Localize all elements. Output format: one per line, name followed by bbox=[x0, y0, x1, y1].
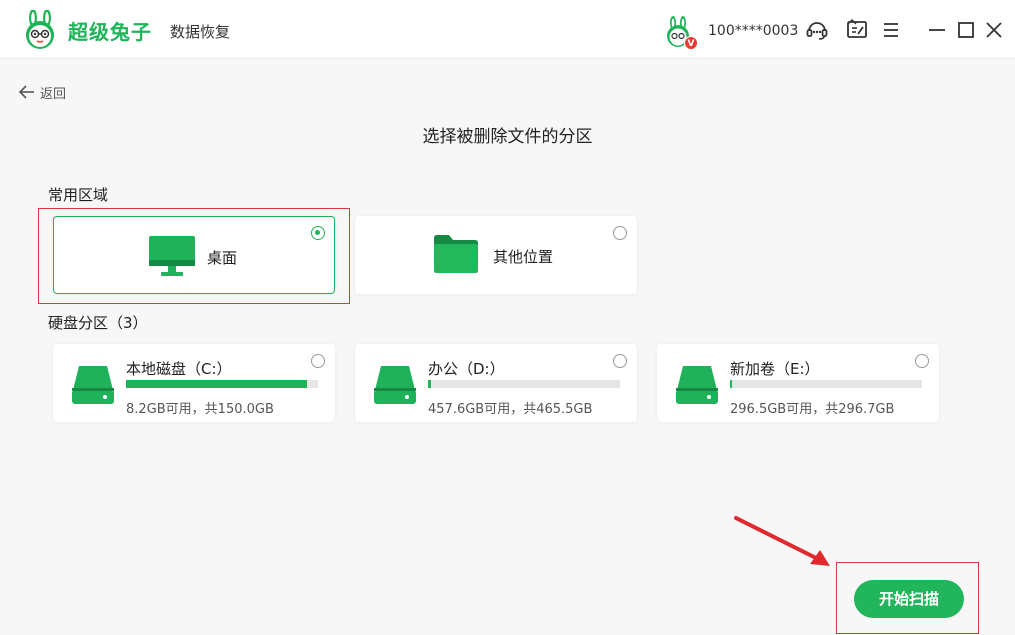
monitor-icon bbox=[149, 236, 195, 276]
start-scan-button[interactable]: 开始扫描 bbox=[854, 580, 964, 618]
brand-name: 超级兔子 bbox=[68, 20, 152, 44]
partition-capacity: 8.2GB可用，共150.0GB bbox=[126, 402, 274, 417]
radio-button[interactable] bbox=[311, 226, 325, 240]
page-title: 选择被删除文件的分区 bbox=[422, 127, 593, 147]
location-card-other[interactable]: 其他位置 bbox=[355, 216, 637, 294]
partition-usage-bar bbox=[730, 380, 922, 388]
back-button[interactable]: 返回 bbox=[18, 83, 67, 102]
location-card-label: 桌面 bbox=[207, 249, 238, 267]
close-icon[interactable] bbox=[982, 18, 1006, 42]
partition-usage-bar bbox=[428, 380, 620, 388]
arrow-left-icon bbox=[18, 85, 34, 99]
radio-button[interactable] bbox=[613, 226, 627, 240]
hard-drive-icon bbox=[72, 366, 114, 404]
radio-button[interactable] bbox=[613, 354, 627, 368]
partition-name: 本地磁盘（C:） bbox=[126, 360, 232, 378]
rabbit-logo-icon bbox=[26, 10, 54, 49]
product-name: 数据恢复 bbox=[170, 23, 231, 41]
hard-drive-icon bbox=[676, 366, 718, 404]
vip-badge: V bbox=[684, 36, 698, 50]
hard-drive-icon bbox=[374, 366, 416, 404]
location-card-desktop[interactable]: 桌面 bbox=[53, 216, 335, 294]
partition-name: 办公（D:） bbox=[428, 360, 505, 378]
partition-card-d[interactable]: 办公（D:） 457.6GB可用，共465.5GB bbox=[355, 344, 637, 422]
partition-capacity: 457.6GB可用，共465.5GB bbox=[428, 402, 593, 417]
user-id[interactable]: 100****0003 bbox=[708, 23, 798, 39]
partition-name: 新加卷（E:） bbox=[730, 360, 820, 378]
partition-card-c[interactable]: 本地磁盘（C:） 8.2GB可用，共150.0GB bbox=[53, 344, 335, 422]
folder-icon bbox=[434, 235, 478, 273]
maximize-icon[interactable] bbox=[954, 18, 978, 42]
common-area-label: 常用区域 bbox=[48, 186, 109, 204]
annotation-arrow-icon bbox=[734, 516, 830, 566]
title-bar: 超级兔子 数据恢复 V 100****0003 bbox=[0, 0, 1015, 59]
partition-capacity: 296.5GB可用，共296.7GB bbox=[730, 402, 895, 417]
partition-card-e[interactable]: 新加卷（E:） 296.5GB可用，共296.7GB bbox=[657, 344, 939, 422]
partition-usage-bar bbox=[126, 380, 318, 388]
feedback-icon[interactable] bbox=[845, 18, 869, 42]
radio-button[interactable] bbox=[915, 354, 929, 368]
customer-service-icon[interactable] bbox=[805, 18, 829, 42]
location-card-label: 其他位置 bbox=[493, 248, 554, 266]
minimize-icon[interactable] bbox=[925, 18, 949, 42]
radio-button[interactable] bbox=[311, 354, 325, 368]
back-label: 返回 bbox=[40, 86, 67, 102]
disk-partitions-label: 硬盘分区（3） bbox=[48, 314, 148, 332]
menu-icon[interactable] bbox=[879, 18, 903, 42]
